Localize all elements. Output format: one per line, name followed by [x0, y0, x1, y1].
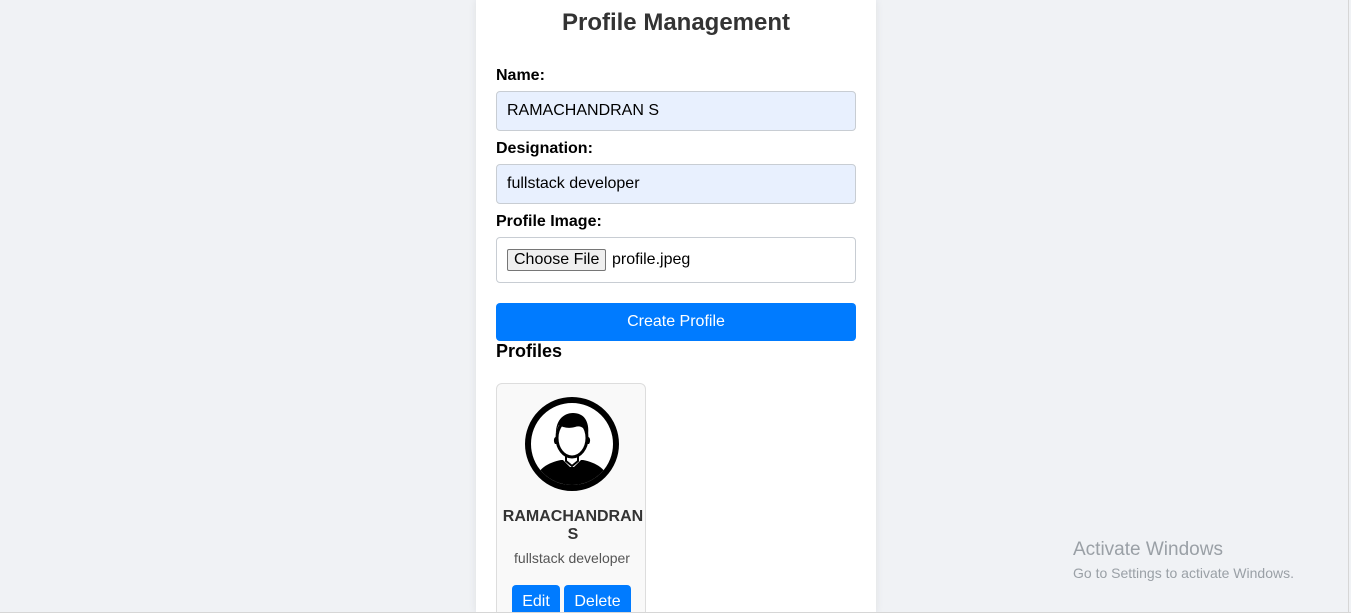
profile-image-file-input[interactable]: Choose File profile.jpeg [496, 237, 856, 283]
profile-image-label: Profile Image: [496, 213, 602, 230]
name-input[interactable] [496, 91, 856, 131]
designation-input[interactable] [496, 164, 856, 204]
profile-designation: fullstack developer [514, 550, 630, 566]
choose-file-button[interactable]: Choose File [507, 249, 607, 271]
delete-profile-button[interactable]: Delete [564, 585, 631, 613]
page: Profile Management Name: Designation: Pr… [0, 0, 1351, 613]
designation-label: Designation: [496, 140, 593, 157]
page-title: Profile Management [561, 9, 791, 36]
profile-card: RAMACHANDRAN S fullstack developer Edit … [496, 383, 646, 613]
profile-form-card: Profile Management Name: Designation: Pr… [476, 0, 876, 613]
profiles-heading: Profiles [496, 341, 563, 361]
edit-profile-button[interactable]: Edit [512, 585, 560, 613]
selected-file-name: profile.jpeg [612, 251, 691, 268]
watermark-subtitle: Go to Settings to activate Windows. [1073, 565, 1294, 581]
create-profile-button[interactable]: Create Profile [496, 303, 856, 341]
activate-windows-watermark: Activate Windows Go to Settings to activ… [1073, 540, 1294, 583]
right-window-border [1348, 0, 1349, 613]
name-label: Name: [496, 67, 545, 84]
profile-name: RAMACHANDRAN S [497, 508, 647, 544]
watermark-title: Activate Windows [1073, 539, 1223, 560]
user-avatar-icon [525, 397, 619, 491]
profile-name-line2: S [567, 526, 579, 543]
profile-name-line1: RAMACHANDRAN [502, 508, 644, 525]
